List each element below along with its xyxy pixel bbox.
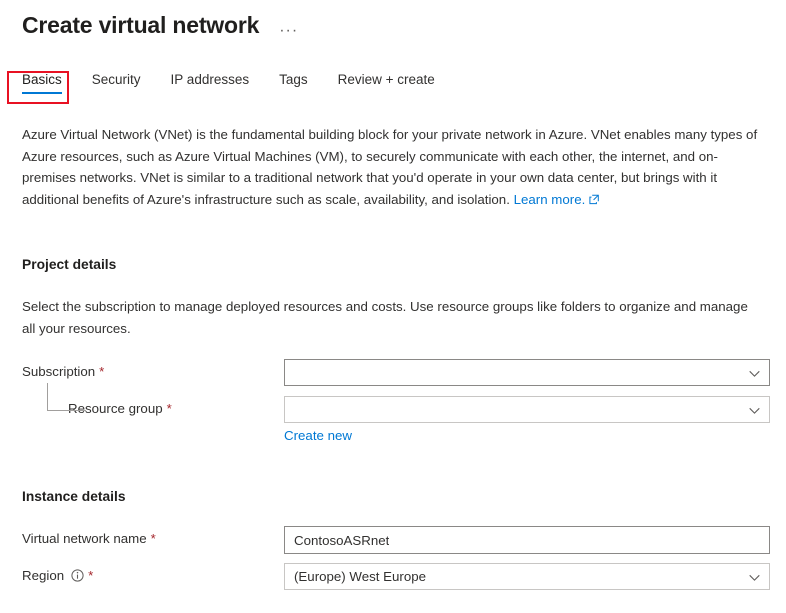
chevron-down-icon [749, 402, 760, 417]
intro-text: Azure Virtual Network (VNet) is the fund… [22, 127, 757, 207]
chevron-down-icon [749, 365, 760, 380]
region-label: Region [22, 568, 64, 583]
info-icon[interactable] [71, 569, 84, 582]
instance-details-heading: Instance details [22, 489, 770, 504]
main-content: Azure Virtual Network (VNet) is the fund… [0, 124, 786, 591]
resource-group-label: Resource group [68, 401, 163, 416]
tab-tags[interactable]: Tags [279, 68, 308, 94]
virtual-network-name-field-col: ContosoASRnet [284, 526, 770, 554]
intro-paragraph: Azure Virtual Network (VNet) is the fund… [22, 124, 770, 211]
tab-ip-addresses[interactable]: IP addresses [171, 68, 250, 94]
resource-group-field-col: Create new [284, 396, 770, 445]
project-details-description: Select the subscription to manage deploy… [22, 296, 762, 339]
create-new-resource-group-link[interactable]: Create new [284, 428, 352, 443]
virtual-network-name-input[interactable]: ContosoASRnet [284, 526, 770, 554]
virtual-network-name-required-marker: * [151, 532, 156, 545]
external-link-icon [589, 190, 600, 212]
virtual-network-name-value: ContosoASRnet [294, 533, 389, 548]
learn-more-link[interactable]: Learn more. [514, 192, 586, 207]
subscription-label-wrap: Subscription * [22, 359, 284, 379]
region-field-col: (Europe) West Europe [284, 563, 770, 590]
tab-security[interactable]: Security [92, 68, 141, 94]
subscription-dropdown[interactable] [284, 359, 770, 386]
project-details-heading: Project details [22, 257, 770, 272]
page-title: Create virtual network [22, 10, 259, 40]
subscription-required-marker: * [99, 365, 104, 378]
tab-review-create[interactable]: Review + create [338, 68, 435, 94]
virtual-network-name-row: Virtual network name * ContosoASRnet [22, 526, 770, 554]
region-value: (Europe) West Europe [294, 569, 426, 584]
region-dropdown[interactable]: (Europe) West Europe [284, 563, 770, 590]
chevron-down-icon [749, 569, 760, 584]
resource-group-row: Resource group * Create new [22, 396, 770, 445]
resource-group-label-wrap: Resource group * [22, 396, 284, 416]
more-options-icon[interactable]: ··· [275, 24, 302, 38]
page-header: Create virtual network ··· [0, 0, 786, 40]
region-label-wrap: Region * [22, 563, 284, 583]
tab-basics[interactable]: Basics [22, 68, 62, 94]
resource-group-dropdown[interactable] [284, 396, 770, 423]
resource-group-required-marker: * [167, 402, 172, 415]
virtual-network-name-label: Virtual network name [22, 531, 147, 546]
tab-bar: Basics Security IP addresses Tags Review… [0, 68, 786, 102]
subscription-row: Subscription * [22, 359, 770, 387]
region-required-marker: * [88, 569, 93, 582]
subscription-label: Subscription [22, 364, 95, 379]
region-row: Region * (Europe) West Europe [22, 563, 770, 591]
project-details-form: Subscription * Resource group * Cre [22, 359, 770, 445]
instance-details-form: Virtual network name * ContosoASRnet Reg… [22, 526, 770, 591]
virtual-network-name-label-wrap: Virtual network name * [22, 526, 284, 546]
subscription-field-col [284, 359, 770, 386]
